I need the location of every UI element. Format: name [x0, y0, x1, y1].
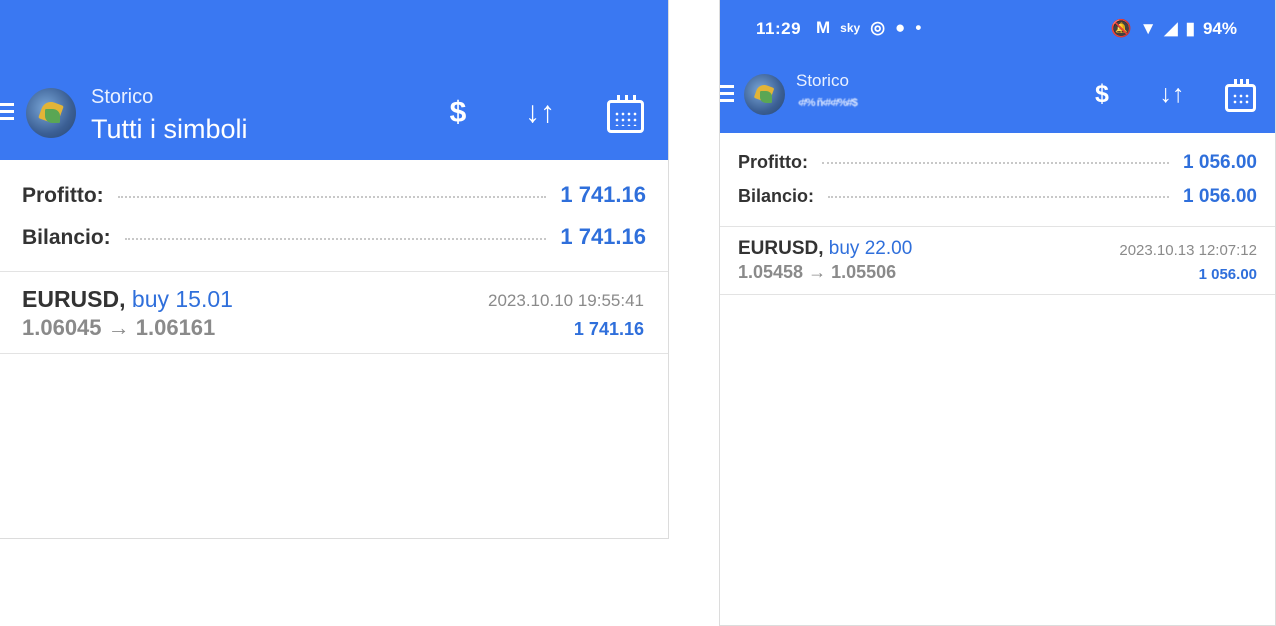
deal-symbol: EURUSD, buy 22.00 — [738, 238, 913, 259]
status-bar: 11:29 M sky ◎ ● • 🔕 ▼ ◢ ▮ 94% — [720, 14, 1275, 48]
menu-icon[interactable] — [720, 85, 734, 106]
screen-title[interactable]: Tutti i simboli — [91, 114, 248, 145]
account-number-blurred: ‹#% ñ‹#‹#%#$ — [798, 97, 858, 109]
status-time: 11:29 — [756, 19, 802, 38]
deposit-icon[interactable]: $ — [1082, 80, 1122, 109]
deposit-icon[interactable]: $ — [436, 96, 480, 130]
balance-label: Bilancio: — [738, 186, 815, 206]
battery-icon: ▮ — [1185, 19, 1195, 38]
history-screen-right: 11:29 M sky ◎ ● • 🔕 ▼ ◢ ▮ 94% Storico ‹#… — [719, 0, 1276, 626]
profit-label: Profitto: — [22, 184, 104, 207]
profit-value: 1 056.00 — [1183, 152, 1257, 173]
deal-symbol: EURUSD, buy 15.01 — [22, 286, 233, 312]
calendar-icon[interactable] — [607, 95, 644, 133]
screen-subtitle: Storico — [91, 86, 154, 108]
dotted-leader — [124, 238, 547, 240]
menu-icon[interactable] — [0, 103, 14, 124]
profit-row: Profitto: 1 056.00 — [720, 152, 1275, 174]
profit-row: Profitto: 1 741.16 — [0, 182, 668, 208]
profit-value: 1 741.16 — [560, 182, 646, 207]
instagram-icon: ◎ — [870, 18, 886, 37]
deal-profit: 1 056.00 — [1198, 266, 1257, 283]
sky-sport-icon: sky — [840, 21, 861, 35]
app-bar: 11:29 M sky ◎ ● • 🔕 ▼ ◢ ▮ 94% Storico ‹#… — [720, 0, 1275, 133]
dotted-leader — [828, 196, 1170, 198]
app-logo-icon — [744, 74, 785, 115]
calendar-icon[interactable] — [1225, 79, 1256, 112]
wifi-icon: ▼ — [1139, 19, 1157, 38]
balance-value: 1 741.16 — [560, 224, 646, 249]
summary-section: Profitto: 1 741.16 Bilancio: 1 741.16 — [0, 160, 668, 272]
deal-prices: 1.06045 → 1.06161 — [22, 315, 216, 340]
summary-section: Profitto: 1 056.00 Bilancio: 1 056.00 — [720, 133, 1275, 227]
deal-row[interactable]: EURUSD, buy 22.00 1.05458 → 1.05506 2023… — [720, 227, 1275, 295]
sort-icon[interactable]: ↓↑ — [1152, 80, 1192, 109]
app-logo-icon — [26, 88, 76, 138]
deal-direction: buy 22.00 — [828, 238, 913, 259]
deal-time: 2023.10.13 12:07:12 — [1119, 242, 1257, 259]
deal-prices: 1.05458 → 1.05506 — [738, 262, 897, 282]
signal-icon: ◢ — [1164, 19, 1178, 38]
balance-label: Bilancio: — [22, 226, 111, 249]
deal-direction: buy 15.01 — [131, 286, 233, 312]
screen-subtitle: Storico — [796, 71, 849, 90]
sort-icon[interactable]: ↓↑ — [518, 96, 562, 130]
profit-label: Profitto: — [738, 152, 808, 172]
history-screen-left: Storico Tutti i simboli $ ↓↑ Profitto: 1… — [0, 0, 669, 539]
balance-value: 1 056.00 — [1183, 186, 1257, 207]
mute-icon: 🔕 — [1110, 19, 1132, 38]
more-dot-icon: • — [915, 18, 922, 37]
gmail-icon: M — [816, 18, 831, 37]
system-icons: 🔕 ▼ ◢ ▮ 94% — [1111, 19, 1237, 39]
dotted-leader — [821, 162, 1170, 164]
balance-row: Bilancio: 1 741.16 — [0, 224, 668, 250]
notification-icons: M sky ◎ ● • — [816, 18, 921, 38]
deal-profit: 1 741.16 — [573, 319, 644, 339]
dotted-leader — [117, 196, 547, 198]
deal-row[interactable]: EURUSD, buy 15.01 1.06045 → 1.06161 2023… — [0, 272, 668, 354]
app-bar: Storico Tutti i simboli $ ↓↑ — [0, 0, 668, 160]
battery-level: 94% — [1202, 19, 1237, 38]
notification-bell-icon: ● — [895, 18, 906, 37]
balance-row: Bilancio: 1 056.00 — [720, 186, 1275, 208]
deal-time: 2023.10.10 19:55:41 — [488, 291, 644, 310]
